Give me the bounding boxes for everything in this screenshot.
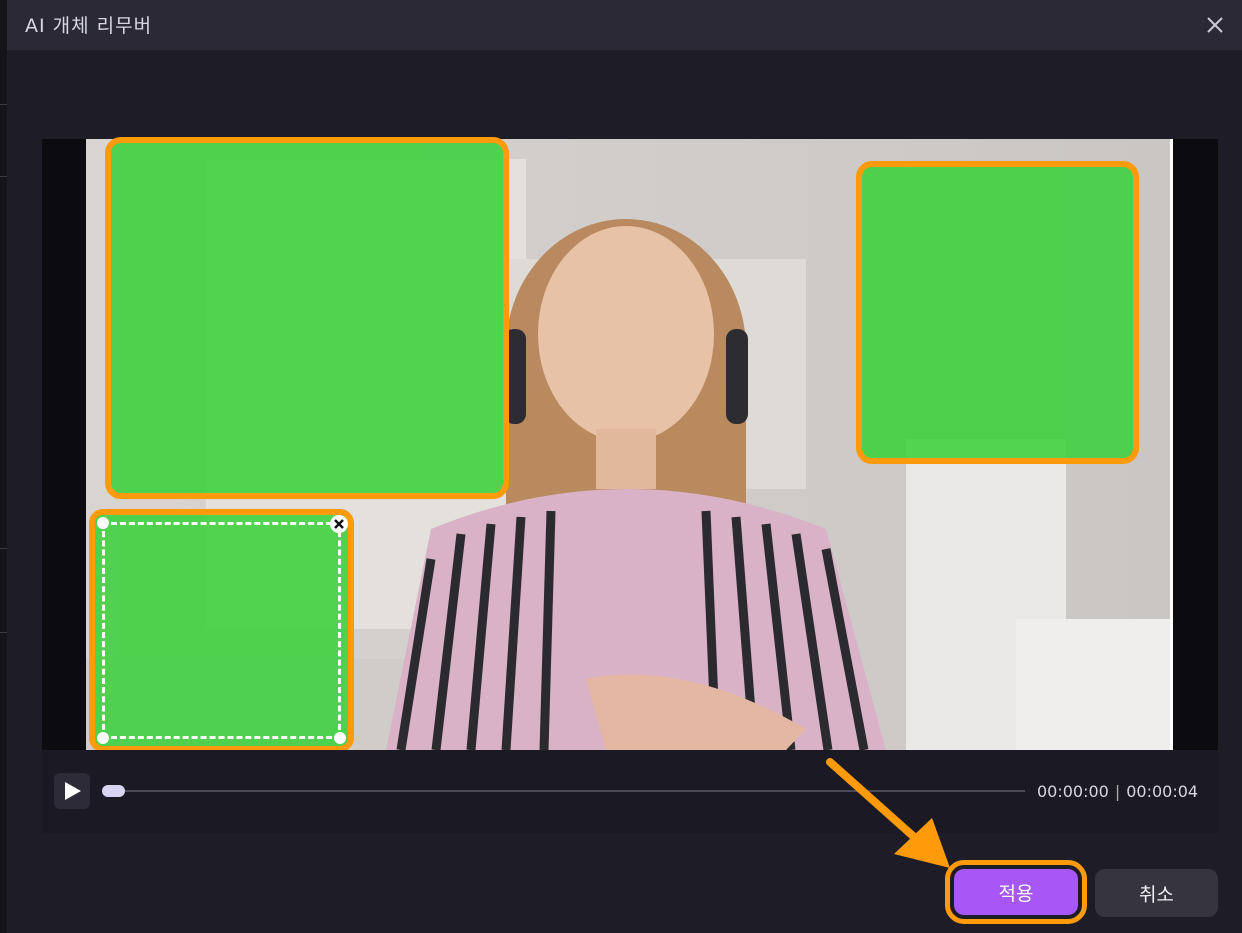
- dialog-title: AI 개체 리무버: [25, 15, 153, 37]
- resize-handle-top-left[interactable]: [97, 517, 109, 529]
- play-button[interactable]: [54, 773, 90, 809]
- delete-region-icon: [334, 519, 344, 529]
- arrow-icon: [826, 758, 950, 868]
- resize-handle-bottom-left[interactable]: [97, 732, 109, 744]
- resize-handle-bottom-right[interactable]: [334, 732, 346, 744]
- mask-region-top-right[interactable]: [856, 161, 1139, 464]
- close-button[interactable]: [1200, 10, 1230, 40]
- playback-controls: 00:00:00 | 00:00:04: [42, 750, 1218, 833]
- play-icon: [65, 782, 81, 800]
- background-window-strip: [0, 0, 7, 933]
- mask-region-bottom-left[interactable]: [89, 509, 354, 752]
- dialog-titlebar: AI 개체 리무버: [7, 0, 1242, 50]
- mask-region-top-left[interactable]: [105, 137, 509, 499]
- selection-outline: [102, 522, 341, 739]
- strip-divider: [0, 176, 7, 177]
- current-time: 00:00:00: [1037, 782, 1109, 801]
- apply-button[interactable]: 적용: [945, 860, 1087, 924]
- progress-thumb[interactable]: [102, 785, 125, 797]
- strip-divider: [0, 104, 7, 105]
- time-separator: |: [1114, 782, 1121, 801]
- time-display: 00:00:00 | 00:00:04: [1037, 782, 1198, 801]
- close-icon: [1207, 17, 1223, 33]
- total-time: 00:00:04: [1126, 782, 1199, 801]
- delete-region-button[interactable]: [330, 515, 348, 533]
- strip-divider: [0, 548, 7, 549]
- strip-divider: [0, 632, 7, 633]
- cancel-button[interactable]: 취소: [1095, 869, 1218, 917]
